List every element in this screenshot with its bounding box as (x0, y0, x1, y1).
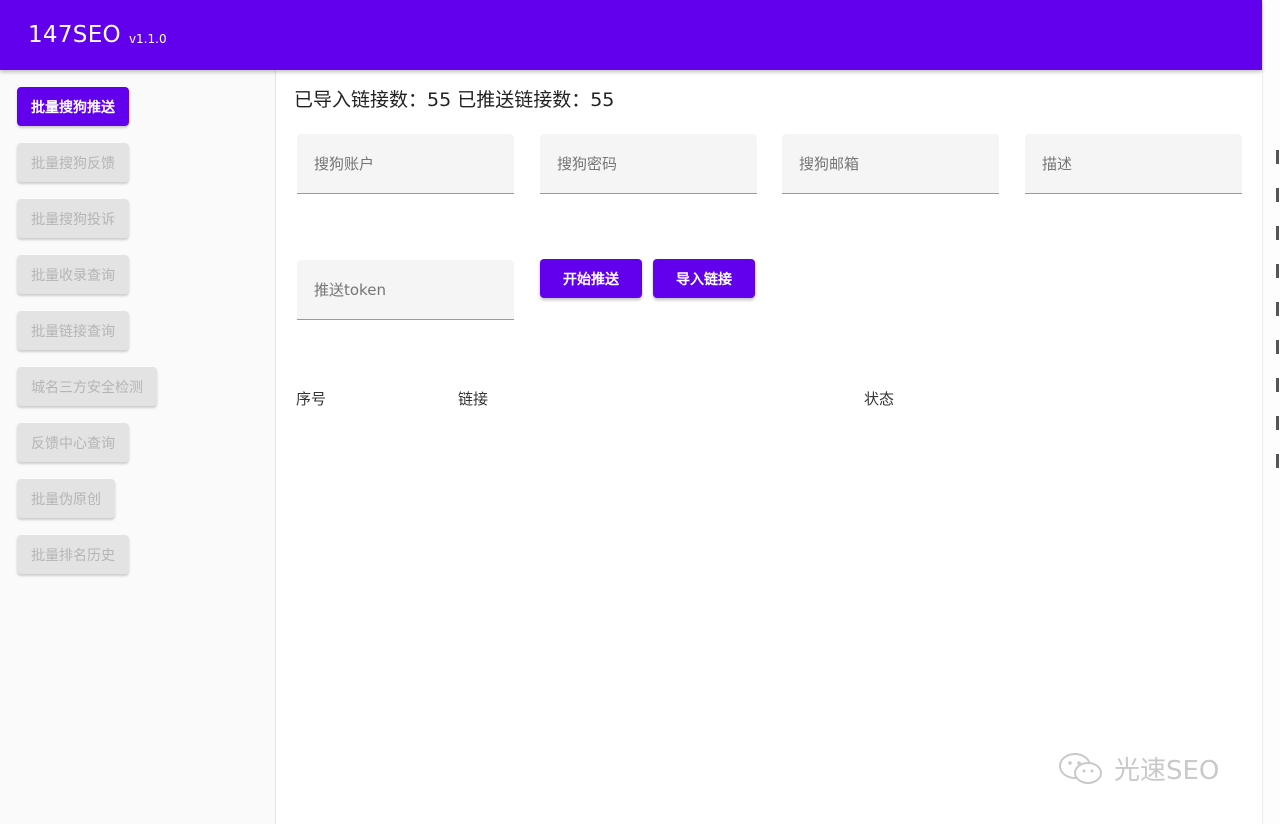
sidebar-item-sogou-complaint[interactable]: 批量搜狗投诉 (17, 199, 129, 238)
sidebar-item-sogou-push[interactable]: 批量搜狗推送 (17, 87, 129, 126)
watermark: 光速SEO (1058, 750, 1219, 787)
sidebar-item-feedback-center[interactable]: 反馈中心查询 (17, 423, 129, 462)
description-input[interactable] (1042, 154, 1232, 173)
sogou-account-input[interactable] (314, 154, 504, 173)
main-content: 已导入链接数：55 已推送链接数：55 开始推送 导入链接 序号 链接 状态 (277, 70, 1262, 824)
watermark-text: 光速SEO (1114, 756, 1220, 786)
sogou-email-field[interactable] (782, 134, 999, 194)
sidebar-item-pseudo-original[interactable]: 批量伪原创 (17, 479, 115, 518)
description-field[interactable] (1025, 134, 1242, 194)
column-header-index: 序号 (296, 390, 327, 408)
sogou-account-field[interactable] (297, 134, 514, 194)
sidebar-item-sogou-feedback[interactable]: 批量搜狗反馈 (17, 143, 129, 182)
app-version: v1.1.0 (128, 32, 167, 46)
sidebar-item-ranking-history[interactable]: 批量排名历史 (17, 535, 129, 574)
push-token-input[interactable] (314, 280, 504, 299)
push-token-field[interactable] (297, 260, 514, 320)
sogou-email-input[interactable] (799, 154, 989, 173)
link-stats: 已导入链接数：55 已推送链接数：55 (294, 89, 615, 111)
start-push-button[interactable]: 开始推送 (540, 259, 642, 298)
import-links-button[interactable]: 导入链接 (653, 259, 755, 298)
sogou-password-field[interactable] (540, 134, 757, 194)
sidebar-item-domain-security[interactable]: 城名三方安全检测 (17, 367, 157, 406)
sidebar-item-index-query[interactable]: 批量收录查询 (17, 255, 129, 294)
app-bar: 147SEO v1.1.0 (0, 0, 1262, 70)
sidebar-item-link-query[interactable]: 批量链接查询 (17, 311, 129, 350)
app-title: 147SEO (28, 22, 121, 48)
column-header-status: 状态 (864, 390, 895, 408)
column-header-link: 链接 (458, 390, 489, 408)
scrollbar[interactable] (1276, 150, 1279, 500)
sidebar: 批量搜狗推送 批量搜狗反馈 批量搜狗投诉 批量收录查询 批量链接查询 城名三方安… (0, 70, 276, 824)
wechat-icon (1059, 752, 1102, 784)
sogou-password-input[interactable] (557, 154, 747, 173)
